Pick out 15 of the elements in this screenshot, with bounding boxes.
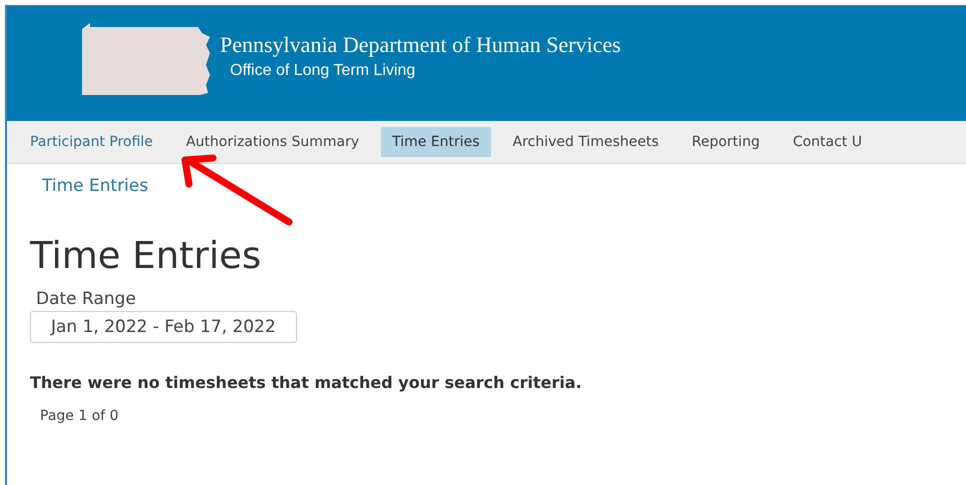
site-title: Pennsylvania Department of Human Services [220,32,621,58]
page-heading: Time Entries [30,234,262,277]
date-range-label: Date Range [36,289,136,309]
nav-tab[interactable]: Contact U [782,127,873,157]
site-subtitle: Office of Long Term Living [229,62,416,80]
nav-tab[interactable]: Authorizations Summary [174,127,370,157]
no-results-message: There were no timesheets that matched your search criteria. [30,373,582,392]
nav-tab[interactable]: Time Entries [381,127,491,157]
pagination-text: Page 1 of 0 [40,408,119,424]
breadcrumb-link[interactable]: Time Entries [42,176,148,196]
state-map-icon [82,22,212,94]
nav-tab[interactable]: Reporting [680,127,771,157]
date-range-field[interactable]: Jan 1, 2022 - Feb 17, 2022 [30,311,297,343]
nav-tab[interactable]: Archived Timesheets [502,127,670,157]
nav-tab[interactable]: Participant Profile [19,127,164,157]
